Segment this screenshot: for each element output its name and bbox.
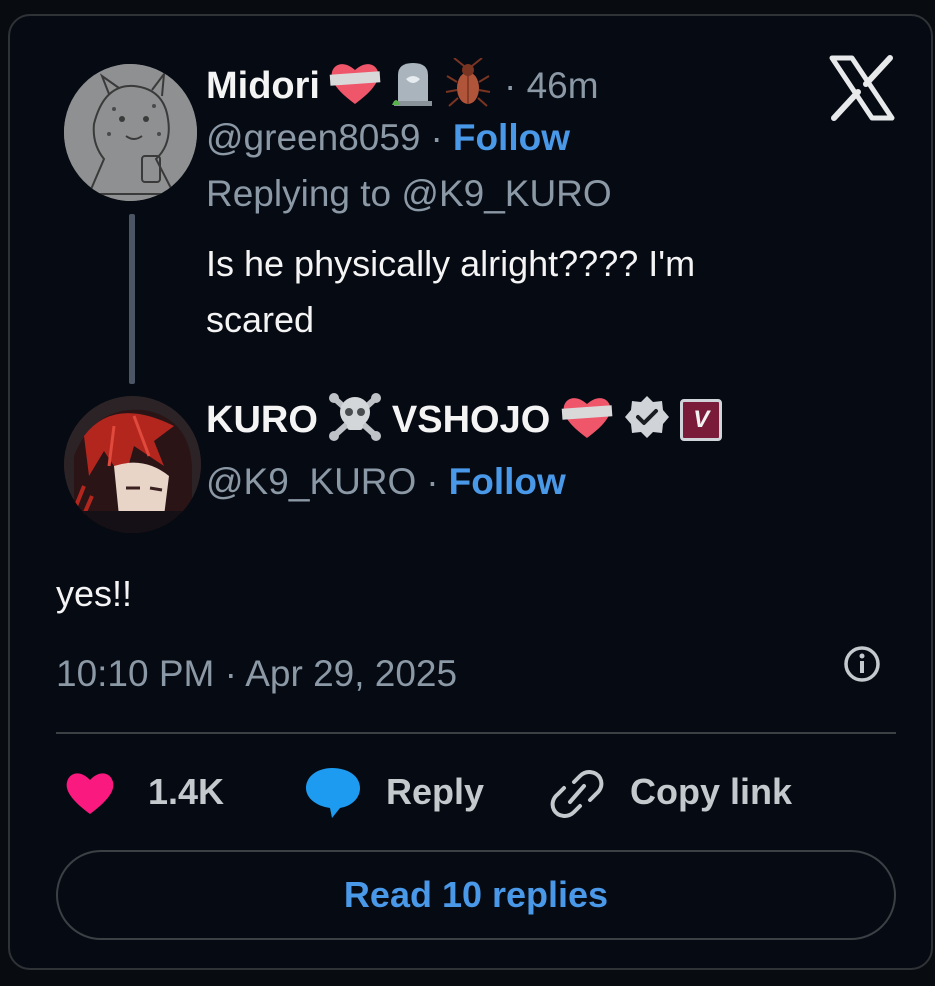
verified-badge-icon[interactable] bbox=[624, 394, 670, 445]
like-button[interactable] bbox=[64, 770, 116, 821]
thread-line bbox=[129, 214, 135, 384]
bandaged-heart-icon bbox=[328, 60, 382, 111]
tweet-card: Midori · 46m @green8059 · Follow Replyin… bbox=[8, 14, 933, 970]
reply-icon[interactable] bbox=[302, 766, 364, 823]
tweet-text-line: Is he physically alright???? I'm bbox=[206, 243, 696, 284]
avatar[interactable] bbox=[64, 64, 197, 201]
avatar[interactable] bbox=[64, 396, 201, 533]
replying-to[interactable]: Replying to @K9_KURO bbox=[206, 172, 612, 216]
x-logo-icon[interactable] bbox=[828, 54, 896, 122]
reply-button[interactable]: Reply bbox=[386, 770, 484, 814]
parent-header: Midori · 46m bbox=[206, 57, 599, 113]
info-icon[interactable] bbox=[842, 644, 882, 689]
display-name[interactable]: KURO bbox=[206, 398, 318, 442]
separator-dot: · bbox=[430, 117, 443, 158]
follow-button[interactable]: Follow bbox=[449, 460, 566, 504]
tweet-text-line: scared bbox=[206, 299, 315, 340]
affiliate-badge-icon[interactable]: V bbox=[680, 398, 723, 441]
copy-link-button[interactable]: Copy link bbox=[630, 770, 792, 814]
timestamp[interactable]: 10:10 PM · Apr 29, 2025 bbox=[56, 652, 457, 696]
badge-letter: V bbox=[693, 405, 710, 433]
like-count[interactable]: 1.4K bbox=[148, 770, 224, 814]
skull-crossbones-icon bbox=[328, 390, 382, 449]
divider bbox=[56, 732, 896, 734]
parent-handle-row: @green8059 · Follow bbox=[206, 116, 570, 160]
separator-dot: · bbox=[426, 461, 439, 502]
cockroach-icon bbox=[444, 57, 492, 113]
main-handle-row: @K9_KURO · Follow bbox=[206, 460, 566, 504]
time-ago[interactable]: · 46m bbox=[504, 64, 599, 108]
display-name[interactable]: Midori bbox=[206, 64, 320, 108]
link-icon[interactable] bbox=[550, 768, 604, 825]
tweet-text: Is he physically alright???? I'm scared bbox=[206, 236, 695, 348]
main-header: KURO VSHOJO V bbox=[206, 390, 723, 449]
bandaged-heart-icon bbox=[560, 394, 614, 445]
tweet-text: yes!! bbox=[56, 573, 133, 614]
tombstone-icon bbox=[390, 59, 436, 112]
handle[interactable]: @green8059 bbox=[206, 116, 421, 160]
handle[interactable]: @K9_KURO bbox=[206, 460, 416, 504]
display-name[interactable]: VSHOJO bbox=[392, 398, 550, 442]
read-replies-button[interactable]: Read 10 replies bbox=[56, 850, 896, 940]
follow-button[interactable]: Follow bbox=[453, 116, 570, 160]
